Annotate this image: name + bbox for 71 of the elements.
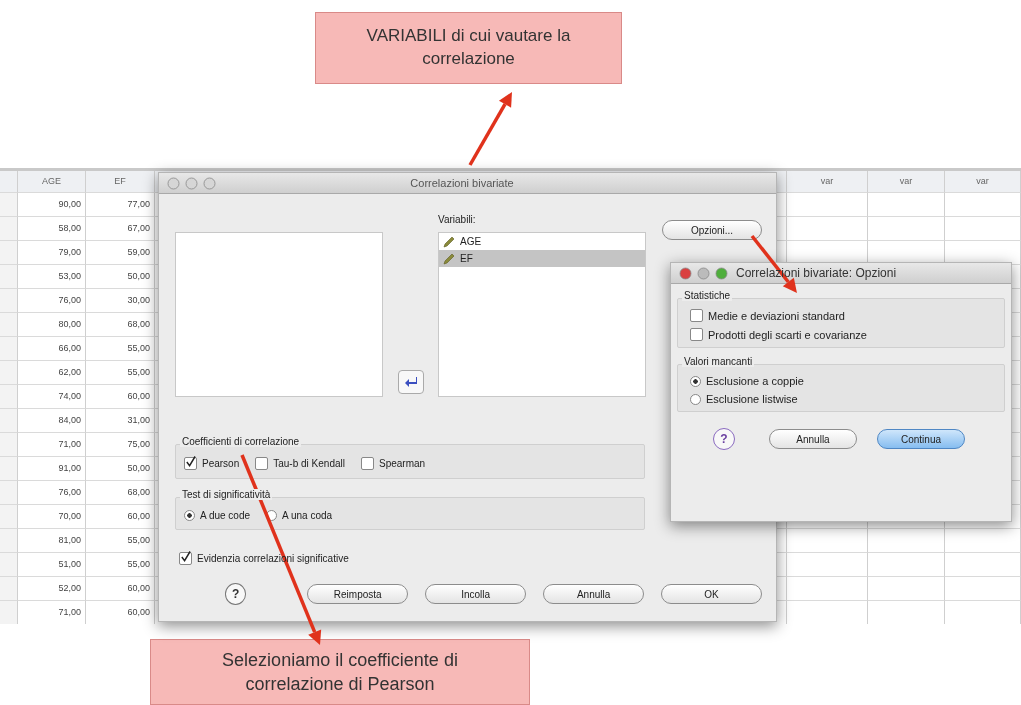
table-cell: 90,00 xyxy=(18,192,86,217)
radio-label: Esclusione listwise xyxy=(706,393,798,405)
table-cell: 55,00 xyxy=(86,528,155,553)
variable-name: AGE xyxy=(460,236,482,247)
checkbox-label: Prodotti degli scarti e covarianze xyxy=(708,328,867,341)
table-cell: 81,00 xyxy=(18,528,86,553)
table-cell: 80,00 xyxy=(18,312,86,337)
table-cell: 52,00 xyxy=(18,576,86,601)
table-cell: 79,00 xyxy=(18,240,86,265)
table-cell: 30,00 xyxy=(86,288,155,313)
dialog-button[interactable]: Annulla xyxy=(769,429,857,449)
table-cell: 91,00 xyxy=(18,456,86,481)
list-label: Variabili: xyxy=(438,214,477,227)
column-header: var xyxy=(945,170,1021,193)
radio-label: A una coda xyxy=(282,510,333,521)
dialog-button[interactable]: Continua xyxy=(877,429,965,449)
table-cell: 51,00 xyxy=(18,552,86,577)
checkbox-label: Tau-b di Kendall xyxy=(273,458,345,469)
table-cell: 53,00 xyxy=(18,264,86,289)
table-cell: 71,00 xyxy=(18,432,86,457)
callout-note: VARIABILI di cui vautare la correlazione xyxy=(315,12,622,84)
group-title: Valori mancanti xyxy=(682,356,755,367)
table-cell: 71,00 xyxy=(18,600,86,624)
group-title: Statistiche xyxy=(682,290,733,301)
help-button[interactable]: ? xyxy=(713,428,735,450)
table-cell: 60,00 xyxy=(86,576,155,601)
table-cell: 31,00 xyxy=(86,408,155,433)
checkbox-label: Pearson xyxy=(202,458,240,469)
table-cell: 55,00 xyxy=(86,336,155,361)
dialog-button[interactable]: Annulla xyxy=(543,584,645,604)
radio-label: A due code xyxy=(200,510,251,521)
column-header: AGE xyxy=(18,170,86,193)
table-cell: 74,00 xyxy=(18,384,86,409)
table-cell: 58,00 xyxy=(18,216,86,241)
table-cell: 77,00 xyxy=(86,192,155,217)
callout-note: Selezioniamo il coefficiente di correlazione di Pearson xyxy=(150,638,530,705)
table-cell: 60,00 xyxy=(86,600,155,624)
dialog-button[interactable]: OK xyxy=(661,584,762,604)
window-title: Correlazioni bivariate xyxy=(409,177,515,189)
table-cell: 84,00 xyxy=(18,408,86,433)
group-title: Coefficienti di correlazione xyxy=(180,436,302,447)
table-cell: 70,00 xyxy=(18,504,86,529)
table-cell: 60,00 xyxy=(86,504,155,529)
help-button[interactable]: ? xyxy=(225,583,247,605)
dialog-button[interactable]: Reimposta xyxy=(307,584,409,604)
table-cell: 50,00 xyxy=(86,456,155,481)
column-header: var xyxy=(787,170,868,193)
table-cell: 50,00 xyxy=(86,264,155,289)
table-cell: 62,00 xyxy=(18,360,86,385)
table-cell: 66,00 xyxy=(18,336,86,361)
group-title: Test di significatività xyxy=(180,489,273,500)
variable-name: EF xyxy=(460,253,473,264)
table-cell: 59,00 xyxy=(86,240,155,265)
dialog-button[interactable]: Incolla xyxy=(425,584,527,604)
table-cell: 60,00 xyxy=(86,384,155,409)
table-cell: 55,00 xyxy=(86,360,155,385)
table-cell: 55,00 xyxy=(86,552,155,577)
column-header: EF xyxy=(86,170,155,193)
table-cell: 67,00 xyxy=(86,216,155,241)
table-cell: 75,00 xyxy=(86,432,155,457)
table-cell: 68,00 xyxy=(86,312,155,337)
list-item[interactable]: AGE xyxy=(439,233,645,250)
table-cell: 76,00 xyxy=(18,288,86,313)
table-cell: 76,00 xyxy=(18,480,86,505)
checkbox-label: Medie e deviazioni standard xyxy=(708,309,845,322)
list-item[interactable]: EF xyxy=(439,250,645,267)
table-cell: 68,00 xyxy=(86,480,155,505)
radio-label: Esclusione a coppie xyxy=(706,375,804,387)
checkbox-label: Spearman xyxy=(378,458,426,469)
column-header: var xyxy=(868,170,945,193)
options-button[interactable]: Opzioni... xyxy=(662,220,762,240)
